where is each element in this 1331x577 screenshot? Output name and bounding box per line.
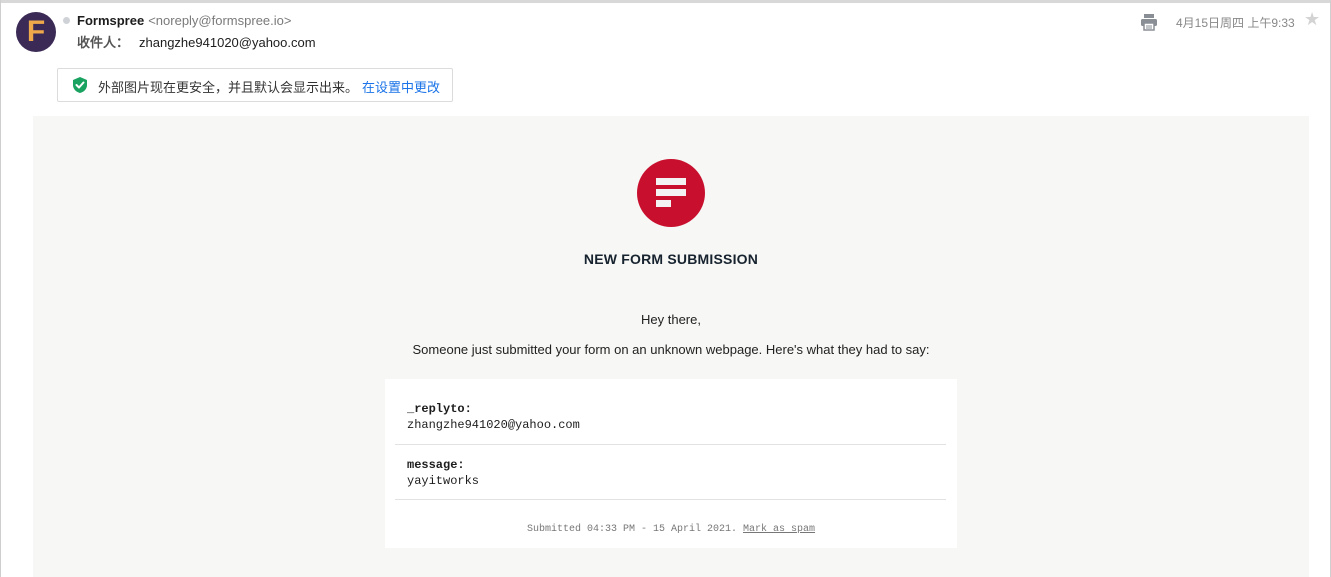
- field-key: message:: [407, 458, 465, 472]
- notice-settings-link[interactable]: 在设置中更改: [362, 77, 440, 96]
- greeting: Hey there,: [641, 312, 701, 327]
- notice-text: 外部图片现在更安全，并且默认会显示出来。: [98, 80, 359, 95]
- print-icon[interactable]: [1140, 13, 1158, 31]
- window-top-border: [0, 0, 1331, 3]
- shield-check-icon: [73, 77, 87, 93]
- recipient-line: 收件人： zhangzhe941020@yahoo.com: [77, 32, 316, 51]
- star-icon[interactable]: ★: [1304, 9, 1320, 30]
- sender-email[interactable]: <noreply@formspree.io>: [148, 13, 291, 28]
- sender-line: Formspree <noreply@formspree.io>: [77, 13, 291, 28]
- recipient-label: 收件人：: [77, 35, 130, 50]
- field-row: message: yayitworks: [395, 445, 946, 500]
- window-left-border: [0, 0, 1, 577]
- image-safety-notice: 外部图片现在更安全，并且默认会显示出来。 在设置中更改: [57, 68, 453, 102]
- avatar-letter: F: [26, 15, 46, 48]
- mark-as-spam-link[interactable]: Mark as spam: [743, 524, 815, 535]
- headline: NEW FORM SUBMISSION: [583, 251, 759, 267]
- sender-name[interactable]: Formspree: [77, 13, 144, 28]
- intro-text: Someone just submitted your form on an u…: [412, 342, 930, 357]
- submitted-timestamp: Submitted 04:33 PM - 15 April 2021.: [526, 524, 737, 535]
- recipient-value[interactable]: zhangzhe941020@yahoo.com: [139, 35, 316, 50]
- email-date: 4月15日周四 上午9:33: [1176, 16, 1295, 30]
- email-body: NEW FORM SUBMISSION Hey there, Someone j…: [33, 116, 1309, 577]
- submission-footer: Submitted 04:33 PM - 15 April 2021. Mark…: [385, 524, 957, 535]
- submission-card: _replyto: zhangzhe941020@yahoo.com messa…: [385, 379, 957, 548]
- presence-dot: [63, 17, 70, 24]
- field-value[interactable]: zhangzhe941020@yahoo.com: [407, 418, 580, 432]
- formspree-logo-icon: [637, 159, 705, 227]
- field-row: _replyto: zhangzhe941020@yahoo.com: [395, 379, 946, 445]
- sender-avatar[interactable]: F: [16, 12, 56, 52]
- field-value: yayitworks: [407, 474, 480, 488]
- field-key: _replyto:: [407, 402, 472, 416]
